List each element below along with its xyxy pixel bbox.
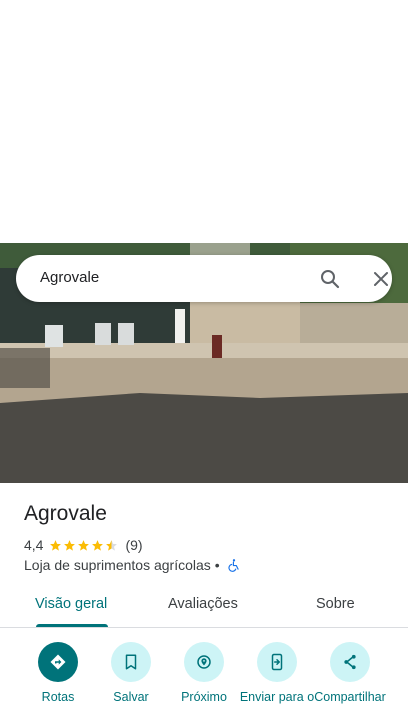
- star-full-icon: [92, 539, 104, 551]
- share-button[interactable]: Compartilhar: [310, 640, 390, 705]
- save-label: Salvar: [113, 690, 149, 704]
- star-full-icon: [64, 539, 76, 551]
- search-bar[interactable]: Agrovale: [16, 255, 392, 302]
- nearby-button[interactable]: Próximo: [164, 640, 244, 705]
- place-title: Agrovale: [24, 502, 107, 525]
- share-label: Compartilhar: [314, 690, 386, 704]
- nearby-icon: [197, 655, 211, 669]
- rating-stars: [49, 539, 119, 552]
- directions-label: Rotas: [41, 690, 75, 704]
- star-half-icon: [106, 539, 118, 551]
- share-button-circle[interactable]: [330, 642, 370, 682]
- rating-row[interactable]: 4,4 (9): [24, 536, 143, 554]
- send-to-phone-button[interactable]: Enviar para o: [237, 640, 317, 705]
- category-row: Loja de suprimentos agrícolas •: [24, 556, 241, 574]
- bookmark-icon: [125, 654, 137, 670]
- save-button[interactable]: Salvar: [91, 640, 171, 705]
- send-to-phone-icon: [271, 653, 283, 671]
- tab-about[interactable]: Sobre: [316, 596, 355, 612]
- send-to-phone-button-circle[interactable]: [257, 642, 297, 682]
- tab-overview[interactable]: Visão geral: [35, 596, 107, 612]
- search-input[interactable]: Agrovale: [40, 269, 99, 286]
- nearby-button-circle[interactable]: [184, 642, 224, 682]
- search-icon[interactable]: [318, 267, 342, 291]
- tab-reviews[interactable]: Avaliações: [168, 596, 238, 612]
- save-button-circle[interactable]: [111, 642, 151, 682]
- directions-button[interactable]: Rotas: [18, 640, 98, 705]
- close-icon[interactable]: [369, 267, 393, 291]
- tab-bar: Visão geral Avaliações Sobre: [0, 588, 408, 628]
- send-to-phone-label: Enviar para o: [239, 690, 315, 704]
- share-icon: [344, 654, 356, 670]
- nearby-label: Próximo: [181, 690, 227, 704]
- rating-value: 4,4: [24, 537, 44, 553]
- category-separator: •: [214, 557, 220, 573]
- wheelchair-accessible-icon: [228, 559, 239, 572]
- active-tab-indicator: [36, 624, 108, 627]
- action-bar: Rotas Salvar Próximo Enviar para o Compa…: [0, 640, 408, 726]
- directions-button-circle[interactable]: [38, 642, 78, 682]
- place-category: Loja de suprimentos agrícolas: [24, 557, 211, 573]
- star-full-icon: [78, 539, 90, 551]
- directions-icon: [50, 654, 66, 670]
- star-full-icon: [50, 539, 62, 551]
- review-count[interactable]: (9): [125, 537, 142, 553]
